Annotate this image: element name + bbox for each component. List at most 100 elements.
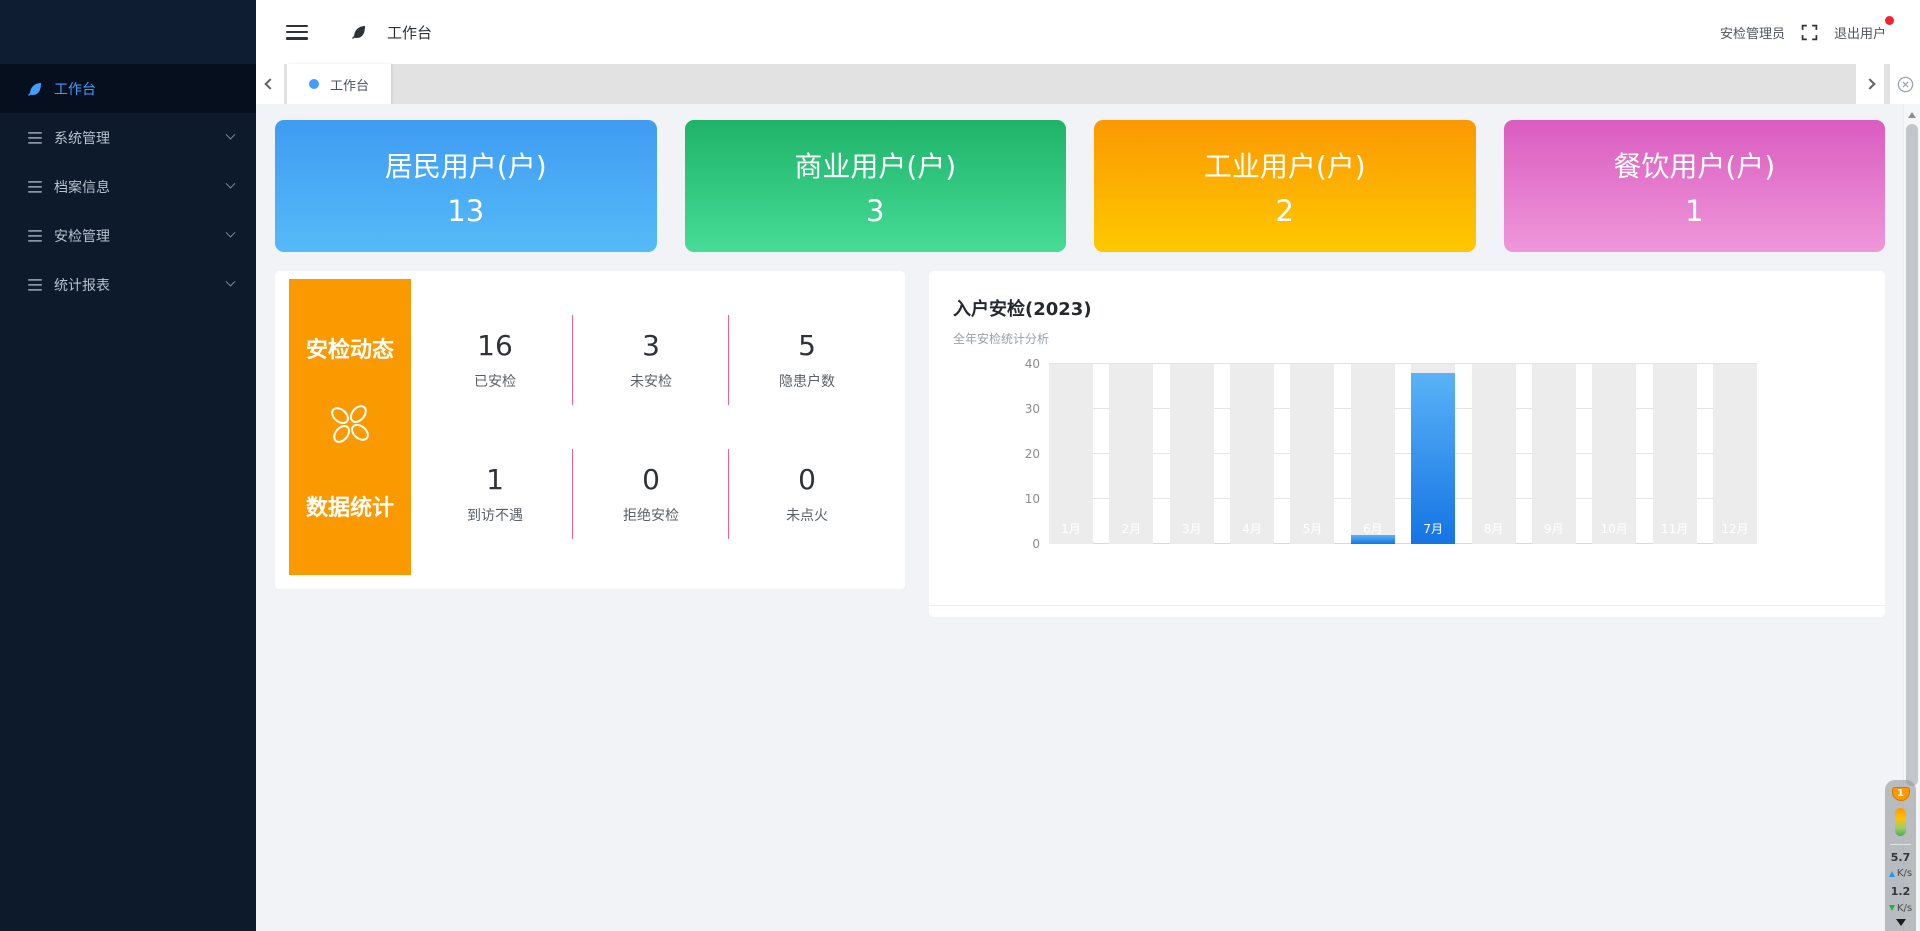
download-speed-unit: K/s	[1889, 902, 1912, 914]
x-axis-label: 7月	[1411, 520, 1455, 537]
y-axis-tick: 0	[1032, 537, 1049, 551]
x-axis-label: 10月	[1592, 520, 1636, 537]
tab-workbench[interactable]: 工作台	[287, 64, 391, 104]
speed-gauge	[1895, 808, 1906, 837]
x-axis-label: 4月	[1230, 520, 1274, 537]
stat-card-title: 餐饮用户(户)	[1613, 145, 1775, 185]
bar-6月[interactable]: 6月	[1351, 364, 1395, 544]
close-tabs-button[interactable]	[1890, 64, 1920, 104]
bar-11月[interactable]: 11月	[1653, 364, 1697, 544]
x-axis-label: 6月	[1351, 520, 1395, 537]
bar-placeholder	[1592, 364, 1636, 544]
bar-placeholder	[1713, 364, 1757, 544]
hamburger-icon[interactable]	[286, 25, 308, 40]
chevron-down-icon	[226, 228, 236, 238]
bar-2月[interactable]: 2月	[1109, 364, 1153, 544]
x-axis-label: 12月	[1713, 520, 1757, 537]
shield-icon[interactable]: 1	[1892, 787, 1910, 801]
stat-card-value: 2	[1276, 194, 1294, 228]
bar-placeholder	[1532, 364, 1576, 544]
bar-placeholder	[1653, 364, 1697, 544]
bar-1月[interactable]: 1月	[1049, 364, 1093, 544]
safety-dynamics-panel: 安检动态 数据统计 16已安检3未安检5隐患户数1到访不遇0拒绝安检0未点火	[275, 271, 905, 589]
stat-card-value: 1	[1685, 194, 1703, 228]
upload-speed-value: 5.7	[1891, 852, 1911, 864]
stat-cards-row: 居民用户(户) 13 商业用户(户)3 工业用户(户) 2 餐饮用户(户) 1	[275, 120, 1885, 252]
logout-button[interactable]: 退出用户	[1834, 23, 1886, 42]
fullscreen-icon[interactable]	[1801, 24, 1818, 41]
sidebar-item-workbench[interactable]: 工作台	[0, 64, 256, 113]
sidebar-item-reports[interactable]: 统计报表	[0, 260, 256, 309]
chevron-down-icon	[226, 277, 236, 287]
bar-4月[interactable]: 4月	[1230, 364, 1274, 544]
stat-card-resident[interactable]: 居民用户(户) 13	[275, 120, 657, 252]
stat-card-title: 居民用户(户)	[385, 145, 547, 185]
app-root: 工作台系统管理档案信息安检管理统计报表 工作台 安检管理员 退出用户	[0, 0, 1920, 931]
scrollbar-thumb[interactable]	[1906, 124, 1918, 786]
stat-card-industrial[interactable]: 工业用户(户) 2	[1094, 120, 1476, 252]
chart-subtitle: 全年安检统计分析	[953, 330, 1861, 347]
leaf-icon	[350, 24, 368, 40]
sidebar-item-system[interactable]: 系统管理	[0, 113, 256, 162]
list-icon	[26, 179, 44, 195]
bar-placeholder	[1472, 364, 1516, 544]
bar-value	[1411, 373, 1455, 544]
sidebar-item-archives[interactable]: 档案信息	[0, 162, 256, 211]
sidebar-item-inspection[interactable]: 安检管理	[0, 211, 256, 260]
safety-banner-subtitle: 数据统计	[306, 490, 394, 522]
logout-label: 退出用户	[1834, 27, 1886, 42]
leaf-icon	[26, 81, 44, 97]
bar-placeholder	[1351, 364, 1395, 544]
safety-stat-unlit: 0未点火	[729, 463, 885, 525]
fan-icon	[322, 396, 378, 458]
bar-7月[interactable]: 7月	[1411, 364, 1455, 544]
tab-bar: 工作台	[256, 64, 1920, 104]
chevron-down-icon	[226, 179, 236, 189]
safety-stat-inspected: 16已安检	[417, 329, 573, 391]
safety-stat-value: 0	[729, 463, 885, 496]
stat-card-title: 工业用户(户)	[1204, 145, 1366, 185]
safety-banner: 安检动态 数据统计	[289, 279, 411, 575]
main-column: 工作台 安检管理员 退出用户 工作台	[256, 0, 1920, 931]
list-icon	[26, 130, 44, 146]
bar-9月[interactable]: 9月	[1532, 364, 1576, 544]
safety-stat-label: 已安检	[417, 371, 573, 391]
safety-stat-value: 0	[573, 463, 729, 496]
chevron-right-icon	[1864, 78, 1875, 89]
list-icon	[26, 228, 44, 244]
bar-10月[interactable]: 10月	[1592, 364, 1636, 544]
bar-placeholder	[1170, 364, 1214, 544]
sidebar-item-label: 统计报表	[54, 275, 110, 295]
y-axis-tick: 40	[1025, 357, 1049, 371]
download-speed-value: 1.2	[1891, 886, 1911, 898]
safety-stat-hazard: 5隐患户数	[729, 329, 885, 391]
widget-collapse-caret-icon[interactable]	[1896, 919, 1906, 931]
chevron-down-icon	[226, 130, 236, 140]
bar-8月[interactable]: 8月	[1472, 364, 1516, 544]
tab-scroll-left-button[interactable]	[256, 64, 284, 104]
panels-row: 安检动态 数据统计 16已安检3未安检5隐患户数1到访不遇0拒绝安检0未点火	[275, 271, 1885, 617]
stat-card-value: 13	[447, 194, 484, 228]
active-tab-dot-icon	[309, 79, 319, 89]
sidebar-logo-area	[0, 0, 256, 64]
scrollbar-up-arrow-icon[interactable]	[1908, 108, 1916, 118]
stat-card-catering[interactable]: 餐饮用户(户) 1	[1504, 120, 1886, 252]
safety-stat-label: 隐患户数	[729, 371, 885, 391]
speed-monitor-widget[interactable]: 1 5.7 K/s 1.2 K/s	[1885, 780, 1916, 931]
sidebar-item-label: 档案信息	[54, 177, 110, 197]
arrow-down-icon	[1889, 905, 1895, 914]
page-title-text: 工作台	[387, 22, 432, 43]
tab-scroll-right-button[interactable]	[1856, 64, 1884, 104]
bar-12月[interactable]: 12月	[1713, 364, 1757, 544]
x-axis-label: 5月	[1290, 520, 1334, 537]
bar-5月[interactable]: 5月	[1290, 364, 1334, 544]
shield-badge: 1	[1897, 788, 1904, 799]
stat-card-commercial[interactable]: 商业用户(户)3	[685, 120, 1067, 252]
safety-banner-title: 安检动态	[306, 332, 394, 364]
sidebar-item-label: 系统管理	[54, 128, 110, 148]
sidebar: 工作台系统管理档案信息安检管理统计报表	[0, 0, 256, 931]
y-axis-tick: 30	[1025, 402, 1049, 416]
bar-3月[interactable]: 3月	[1170, 364, 1214, 544]
download-unit-text: K/s	[1897, 903, 1912, 914]
page-title: 工作台	[350, 22, 432, 43]
